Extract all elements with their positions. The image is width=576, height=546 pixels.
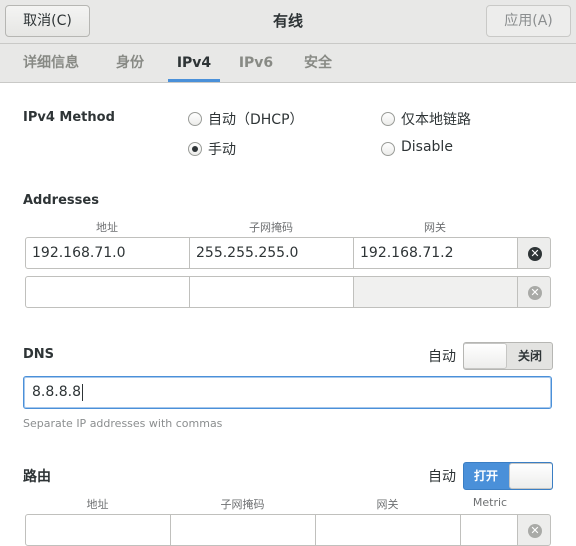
dns-input-value: 8.8.8.8 [32, 384, 81, 400]
netmask-input[interactable] [189, 276, 354, 308]
cancel-button[interactable]: 取消(C) [5, 5, 90, 37]
dns-auto-switch[interactable]: 关闭 [463, 342, 553, 370]
netmask-input[interactable]: 255.255.255.0 [189, 237, 354, 269]
text-caret [81, 383, 83, 401]
route-metric-input[interactable] [460, 514, 518, 546]
radio-disable-label[interactable]: Disable [401, 139, 453, 155]
gateway-input[interactable]: 192.168.71.2 [353, 237, 518, 269]
radio-link-local-label[interactable]: 仅本地链路 [401, 109, 471, 129]
switch-knob [509, 463, 552, 489]
routes-auto-switch[interactable]: 打开 [463, 462, 553, 490]
tab-bar: 详细信息 身份 IPv4 IPv6 安全 [0, 44, 576, 83]
route-address-column-header: 地址 [86, 498, 109, 511]
ipv4-method-label: IPv4 Method [23, 110, 115, 125]
radio-link-local[interactable] [381, 112, 395, 126]
tab-details[interactable]: 详细信息 [10, 44, 92, 82]
switch-label: 关闭 [517, 349, 542, 363]
route-netmask-input[interactable] [170, 514, 316, 546]
route-gateway-column-header: 网关 [376, 498, 399, 511]
radio-manual-label[interactable]: 手动 [208, 139, 236, 159]
route-gateway-input[interactable] [315, 514, 461, 546]
tab-security[interactable]: 安全 [292, 44, 344, 82]
radio-auto-dhcp-label[interactable]: 自动（DHCP） [208, 109, 304, 129]
dns-heading: DNS [23, 347, 55, 362]
radio-auto-dhcp[interactable] [188, 112, 202, 126]
delete-address-button[interactable]: ✕ [517, 276, 551, 308]
addresses-heading: Addresses [23, 193, 99, 208]
close-circle-icon: ✕ [528, 286, 542, 300]
delete-route-button[interactable]: ✕ [517, 514, 551, 546]
tab-ipv4[interactable]: IPv4 [168, 44, 220, 82]
route-netmask-column-header: 子网掩码 [220, 498, 265, 511]
switch-knob [464, 343, 507, 369]
header-bar: 有线 取消(C) 应用(A) [0, 0, 576, 44]
radio-manual[interactable] [188, 142, 202, 156]
tab-ipv6[interactable]: IPv6 [232, 44, 280, 82]
route-address-input[interactable] [25, 514, 171, 546]
dns-hint: Separate IP addresses with commas [23, 417, 223, 430]
apply-button[interactable]: 应用(A) [486, 5, 571, 37]
tab-identity[interactable]: 身份 [104, 44, 156, 82]
gateway-input[interactable] [353, 276, 518, 308]
delete-address-button[interactable]: ✕ [517, 237, 551, 269]
radio-disable[interactable] [381, 142, 395, 156]
address-input[interactable]: 192.168.71.0 [25, 237, 190, 269]
close-circle-icon: ✕ [528, 247, 542, 261]
dns-auto-label: 自动 [428, 349, 456, 365]
switch-label: 打开 [473, 469, 498, 483]
route-metric-column-header: Metric [472, 496, 508, 509]
address-input[interactable] [25, 276, 190, 308]
routes-auto-label: 自动 [428, 469, 456, 485]
routes-heading: 路由 [23, 469, 51, 485]
address-column-header: 地址 [96, 221, 118, 234]
gateway-column-header: 网关 [424, 221, 446, 234]
dns-input[interactable]: 8.8.8.8 [23, 376, 552, 409]
netmask-column-header: 子网掩码 [249, 221, 293, 234]
